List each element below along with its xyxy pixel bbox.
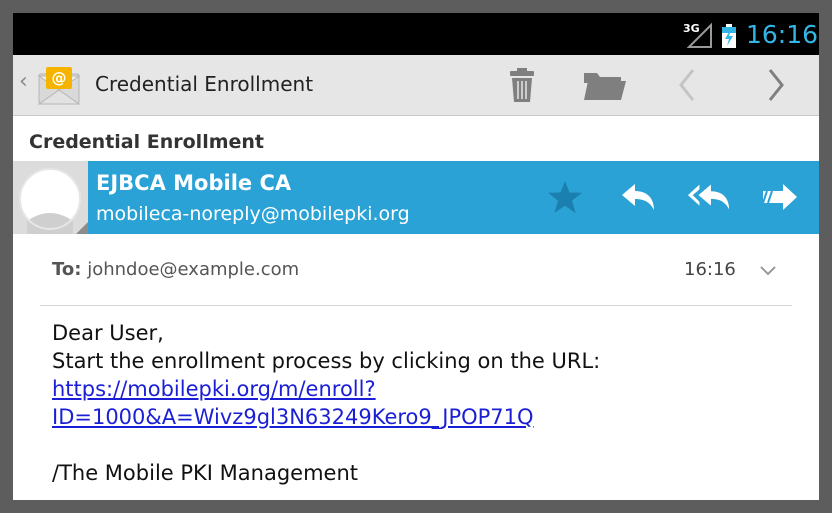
delete-button[interactable]: [500, 65, 544, 105]
chevron-left-icon: [679, 69, 695, 101]
chevron-right-icon: [768, 69, 784, 101]
next-message-button[interactable]: [754, 65, 798, 105]
contact-placeholder-icon: [13, 161, 88, 234]
sender-header: EJBCA Mobile CA mobileca-noreply@mobilep…: [13, 161, 819, 234]
message-subject: Credential Enrollment: [29, 131, 265, 153]
header-divider: [40, 305, 792, 306]
reply-icon: [622, 184, 654, 210]
email-app-icon[interactable]: @: [36, 64, 82, 108]
body-instruction: Start the enrollment process by clicking…: [52, 349, 601, 373]
message-body: Dear User, Start the enrollment process …: [52, 319, 792, 487]
screen: 3G 16:16 ‹ @ Credential Enrollment Crede…: [13, 13, 819, 500]
status-bar: 3G 16:16: [13, 13, 819, 55]
status-clock: 16:16: [746, 20, 819, 49]
chevron-down-icon[interactable]: [758, 263, 778, 279]
up-caret-icon[interactable]: ‹: [19, 71, 28, 93]
to-label: To:: [52, 259, 82, 280]
svg-text:@: @: [52, 69, 67, 87]
avatar[interactable]: [13, 161, 88, 234]
signal-icon: [686, 23, 712, 48]
recipient-address: johndoe@example.com: [87, 259, 300, 280]
forward-button[interactable]: [758, 177, 802, 217]
body-spacer: [52, 431, 792, 459]
body-greeting: Dear User,: [52, 321, 164, 345]
reply-all-button[interactable]: [687, 177, 731, 217]
body-signature: /The Mobile PKI Management: [52, 461, 359, 485]
previous-message-button[interactable]: [665, 65, 709, 105]
reply-all-icon: [687, 184, 730, 210]
action-bar-title: Credential Enrollment: [95, 72, 314, 96]
forward-icon: [762, 184, 797, 210]
enrollment-link-line-2[interactable]: ID=1000&A=Wivz9gl3N63249Kero9_JPOP71Q: [52, 403, 792, 431]
sender-email: mobileca-noreply@mobilepki.org: [96, 203, 410, 225]
star-icon: [548, 181, 582, 213]
folder-icon: [584, 73, 626, 100]
trash-icon: [510, 68, 534, 102]
star-button[interactable]: [543, 177, 587, 217]
enrollment-link[interactable]: https://mobilepki.org/m/enroll? ID=1000&…: [52, 375, 792, 431]
battery-charging-icon: [722, 24, 736, 48]
message-time: 16:16: [684, 259, 736, 280]
action-bar: ‹ @ Credential Enrollment: [13, 55, 819, 116]
sender-name: EJBCA Mobile CA: [96, 171, 292, 195]
enrollment-link-line-1[interactable]: https://mobilepki.org/m/enroll?: [52, 375, 792, 403]
move-to-folder-button[interactable]: [583, 65, 627, 105]
reply-button[interactable]: [616, 177, 660, 217]
recipient-row: To: johndoe@example.com: [52, 259, 299, 280]
device-frame: 3G 16:16 ‹ @ Credential Enrollment Crede…: [0, 0, 832, 513]
